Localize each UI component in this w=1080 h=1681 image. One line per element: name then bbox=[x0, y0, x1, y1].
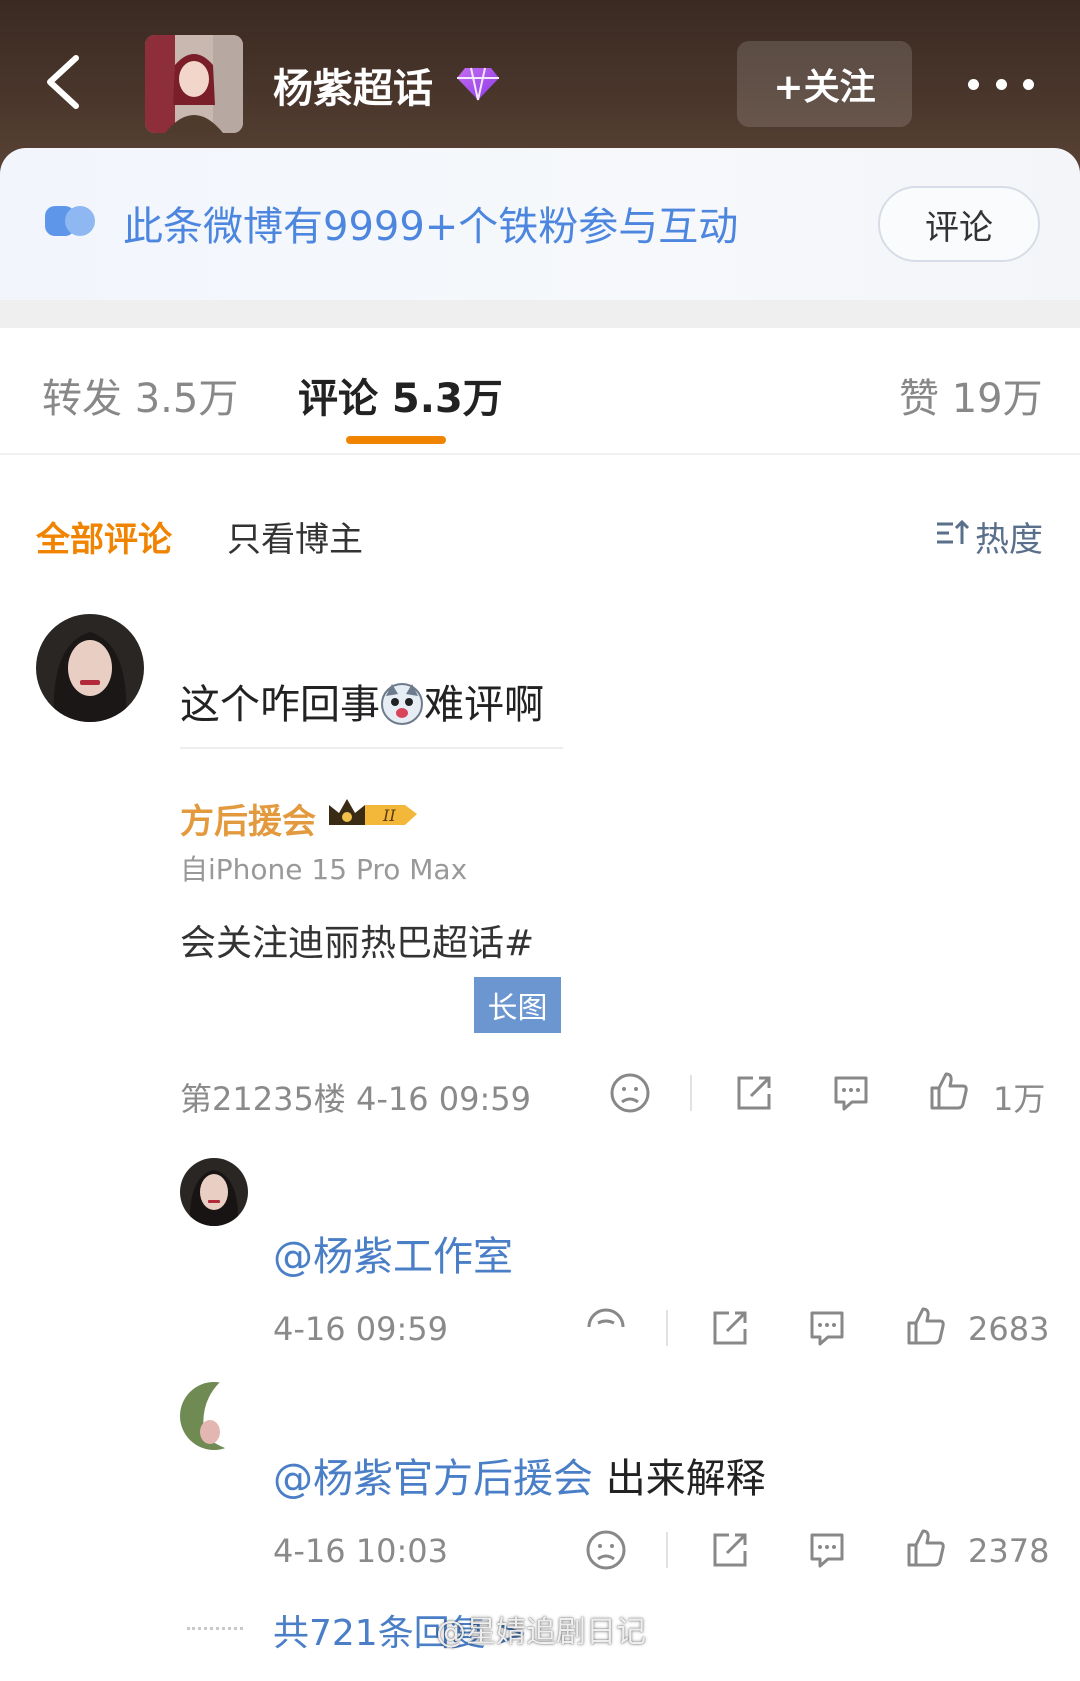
reply-time: 4-16 09:59 bbox=[273, 1310, 449, 1348]
share-icon[interactable] bbox=[709, 1307, 751, 1349]
fan-interaction-text: 此条微博有9999+个铁粉参与互动 bbox=[123, 204, 739, 250]
comment-floor-time: 第21235楼 4-16 09:59 bbox=[180, 1080, 531, 1118]
tab-likes[interactable]: 赞 19万 bbox=[899, 366, 1043, 424]
like-count: 1万 bbox=[993, 1080, 1046, 1118]
comment-button[interactable]: 评论 bbox=[878, 186, 1040, 262]
dislike-icon[interactable] bbox=[609, 1072, 651, 1114]
husky-emoji-icon bbox=[380, 682, 424, 726]
avatar[interactable] bbox=[36, 614, 144, 722]
more-dots-icon[interactable] bbox=[968, 70, 1034, 98]
avatar[interactable] bbox=[180, 1158, 248, 1226]
divider bbox=[690, 1075, 692, 1111]
dotted-divider bbox=[187, 1627, 243, 1630]
section-gap bbox=[0, 300, 1080, 328]
like-icon[interactable] bbox=[905, 1527, 947, 1569]
like-count: 2683 bbox=[968, 1310, 1050, 1348]
reply-text: @杨紫工作室 bbox=[273, 1224, 513, 1282]
fan-badge-icon bbox=[45, 204, 97, 238]
reply-icon[interactable] bbox=[806, 1307, 848, 1349]
active-tab-indicator bbox=[346, 436, 446, 444]
dislike-icon[interactable] bbox=[585, 1529, 627, 1571]
share-icon[interactable] bbox=[733, 1072, 775, 1114]
divider bbox=[180, 747, 563, 749]
fan-interaction-banner: 此条微博有9999+个铁粉参与互动 评论 bbox=[0, 148, 1080, 300]
follow-button[interactable]: +关注 bbox=[737, 41, 912, 127]
like-count: 2378 bbox=[968, 1532, 1050, 1570]
quoted-device: 自iPhone 15 Pro Max bbox=[180, 853, 468, 886]
reply-text: @杨紫官方后援会 出来解释 bbox=[273, 1456, 766, 1502]
like-icon[interactable] bbox=[905, 1305, 947, 1347]
quoted-fan-name: 方后援会 bbox=[180, 802, 316, 842]
long-image-badge[interactable]: 长图 bbox=[474, 977, 561, 1033]
avatar[interactable] bbox=[180, 1382, 248, 1450]
sort-button[interactable]: 热度 bbox=[935, 512, 1043, 561]
reply-icon[interactable] bbox=[830, 1072, 872, 1114]
divider bbox=[666, 1310, 668, 1346]
sort-icon bbox=[935, 517, 971, 557]
chevron-left-icon[interactable] bbox=[38, 52, 98, 112]
divider bbox=[666, 1532, 668, 1568]
topic-cover-image[interactable] bbox=[145, 35, 243, 133]
sort-label: 热度 bbox=[975, 520, 1043, 560]
topic-title: 杨紫超话 bbox=[273, 66, 433, 112]
reply-time: 4-16 10:03 bbox=[273, 1532, 449, 1570]
filter-all-comments[interactable]: 全部评论 bbox=[36, 512, 172, 561]
dislike-icon[interactable] bbox=[585, 1305, 627, 1347]
reply-icon[interactable] bbox=[806, 1529, 848, 1571]
gem-icon bbox=[455, 64, 501, 104]
svg-text:II: II bbox=[382, 806, 396, 825]
share-icon[interactable] bbox=[709, 1529, 751, 1571]
like-icon[interactable] bbox=[928, 1070, 970, 1112]
tab-repost[interactable]: 转发 3.5万 bbox=[42, 366, 238, 424]
mention-link[interactable]: @杨紫工作室 bbox=[273, 1234, 513, 1280]
mention-link[interactable]: @杨紫官方后援会 bbox=[273, 1456, 593, 1502]
quoted-hashtag: 会关注迪丽热巴超话# bbox=[180, 923, 535, 964]
watermark: @星婧追剧日记 bbox=[436, 1615, 646, 1650]
comment-text: 这个咋回事 难评啊 bbox=[180, 682, 544, 728]
crown-level-icon: II bbox=[325, 795, 421, 833]
filter-author-only[interactable]: 只看博主 bbox=[227, 512, 363, 561]
divider bbox=[0, 453, 1080, 455]
tab-comments[interactable]: 评论 5.3万 bbox=[298, 366, 503, 424]
